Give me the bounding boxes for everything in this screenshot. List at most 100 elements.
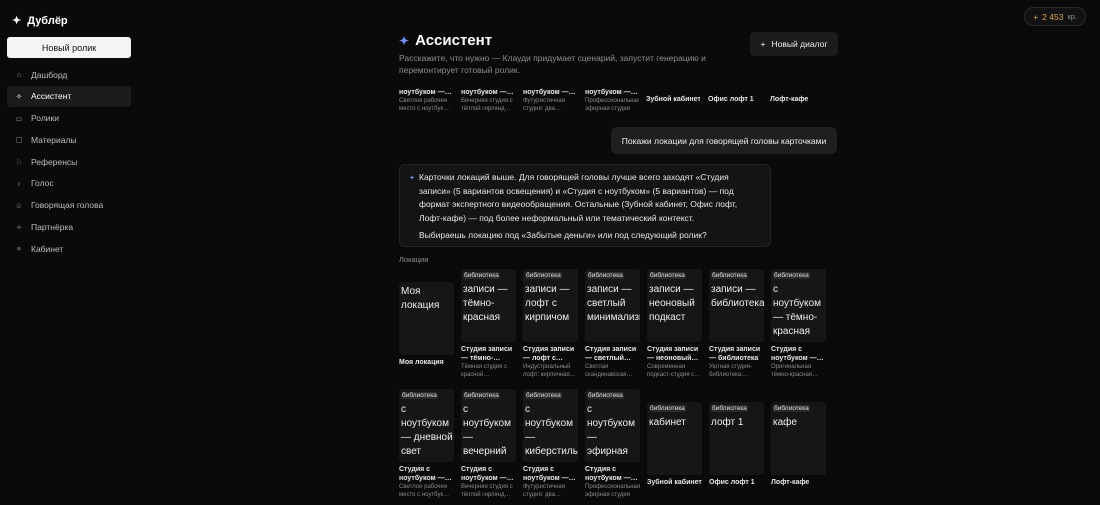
card-title: Зубной кабинет [646, 96, 700, 103]
card-title: Лофт-кафе [770, 96, 809, 103]
sidebar-item-label: Кабинет [31, 243, 64, 254]
location-name: Студия записи — неоновый… [647, 346, 699, 362]
location-card[interactable]: библиотека с ноутбуком — тёмно-красная Ст… [771, 269, 826, 379]
location-card[interactable]: библиотека записи — лофт с кирпичом Студи… [523, 269, 578, 379]
users-icon: ♘ [15, 157, 23, 167]
location-thumbnail: библиотека с ноутбуком — дневной свет [399, 389, 454, 462]
thumbnail-text: записи — лофт с кирпичом [525, 284, 570, 323]
location-card[interactable]: библиотека с ноутбуком — эфирная студия С… [585, 389, 640, 499]
card-desc: Вечерняя студия с тёплой гирлянд… [461, 98, 513, 112]
assistant-question: Выбираешь локацию под «Забытые деньги» и… [419, 230, 707, 240]
location-desc: Светлая скандинавская… [585, 364, 633, 378]
location-card[interactable]: библиотека записи — неоновый подкаст Студ… [647, 269, 702, 379]
card-title: ноутбуком —… [585, 89, 638, 96]
credits-badge[interactable]: + 2 453 кр. [1024, 7, 1086, 26]
folder-icon: ▢ [15, 135, 23, 145]
location-desc: Футуристичная студия: два… [523, 484, 566, 498]
location-thumbnail: библиотека записи — светлый минимализм [585, 269, 640, 342]
thumbnail-text: с ноутбуком — дневной свет [401, 404, 453, 457]
sidebar-item-cabinet[interactable]: ≡ Кабинет [7, 238, 131, 259]
sidebar-item-assistant[interactable]: ✧ Ассистент [7, 85, 131, 107]
library-badge: библиотека [525, 272, 562, 279]
library-badge: библиотека [649, 405, 686, 412]
sidebar-item-label: Материалы [31, 134, 77, 145]
location-card[interactable]: библиотека записи — библиотека Студия зап… [709, 269, 764, 379]
sidebar-item-label: Дашборд [31, 69, 68, 80]
page-subtitle: Расскажите, что нужно — Клауди придумает… [399, 53, 706, 75]
sidebar-item-label: Ассистент [31, 91, 72, 102]
home-icon: ⌂ [16, 70, 22, 79]
library-badge: библиотека [773, 405, 810, 412]
list-item[interactable]: ноутбуком —… Светлое рабочее место с ноут… [399, 88, 453, 113]
new-video-button[interactable]: Новый ролик [7, 37, 131, 58]
library-badge: библиотека [711, 272, 748, 279]
thumbnail-text: записи — тёмно-красная [463, 284, 508, 323]
new-dialog-label: Новый диалог [771, 39, 828, 49]
location-card[interactable]: библиотека лофт 1 Офис лофт 1 [709, 402, 764, 487]
location-name: Студия с ноутбуком —… [523, 466, 576, 482]
list-item[interactable]: ноутбуком —… Вечерняя студия с тёплой гир… [461, 88, 515, 113]
settings-icon: ≡ [16, 244, 22, 254]
location-name: Зубной кабинет [647, 479, 702, 486]
sidebar-item-references[interactable]: ♘ Референсы [7, 151, 131, 172]
location-card[interactable]: библиотека кабинет Зубной кабинет [647, 402, 702, 487]
sidebar-item-voice[interactable]: ♪ Голос [7, 173, 131, 194]
location-name: Студия записи — лофт с… [523, 346, 575, 362]
user-icon: ☺ [15, 200, 23, 210]
sidebar-item-materials[interactable]: ▢ Материалы [7, 129, 131, 150]
thumbnail-text: кафе [773, 417, 797, 428]
list-item[interactable]: Зубной кабинет [646, 95, 700, 104]
library-badge: библиотека [711, 405, 748, 412]
thumbnail-text: записи — неоновый подкаст [649, 284, 695, 323]
location-card[interactable]: библиотека записи — светлый минимализм Ст… [585, 269, 640, 379]
sidebar-item-label: Партнёрка [31, 222, 74, 233]
location-card[interactable]: библиотека с ноутбуком — дневной свет Сту… [399, 389, 454, 499]
location-name: Студия с ноутбуком —… [461, 466, 514, 482]
thumbnail-text: с ноутбуком — тёмно-красная [773, 284, 821, 337]
card-title: ноутбуком —… [461, 89, 514, 96]
sidebar-item-label: Голос [31, 178, 54, 189]
location-desc: Оригинальная тёмно-красная… [771, 364, 819, 378]
list-item[interactable]: ноутбуком —… Футуристичная студия: два… [523, 88, 577, 113]
sidebar-item-talking-head[interactable]: ☺ Говорящая голова [7, 195, 131, 216]
location-thumbnail: Моя локация [399, 282, 454, 355]
location-card[interactable]: библиотека с ноутбуком — киберстиль Студи… [523, 389, 578, 499]
thumbnail-text: с ноутбуком — киберстиль [525, 404, 578, 457]
location-card[interactable]: библиотека записи — тёмно-красная Студия … [461, 269, 516, 379]
app-logo[interactable]: ✦ Дублёр [12, 14, 68, 28]
location-desc: Современная подкаст-студия с… [647, 364, 701, 378]
list-item[interactable]: ноутбуком —… Профессиональная эфирная сту… [585, 88, 639, 113]
location-name: Лофт-кафе [771, 479, 810, 486]
thumbnail-text: записи — библиотека [711, 284, 764, 309]
page-title: ✦ Ассистент [399, 32, 492, 49]
card-desc: Светлое рабочее место с ноутбук… [399, 98, 450, 112]
thumbnail-text: записи — светлый минимализм [587, 284, 640, 323]
card-desc: Профессиональная эфирная студия с… [585, 98, 639, 112]
library-badge: библиотека [587, 272, 624, 279]
location-thumbnail: библиотека записи — лофт с кирпичом [523, 269, 578, 342]
location-name: Студия записи — тёмно-… [461, 346, 513, 362]
page-title-text: Ассистент [415, 32, 493, 49]
list-item[interactable]: Лофт-кафе [770, 95, 824, 104]
sidebar-item-partners[interactable]: ✧ Партнёрка [7, 217, 131, 238]
sidebar-item-videos[interactable]: ▭ Ролики [7, 108, 131, 129]
credits-unit: кр. [1067, 12, 1077, 21]
app-name: Дублёр [27, 14, 68, 27]
partners-icon: ✧ [15, 222, 23, 232]
location-thumbnail: библиотека записи — тёмно-красная [461, 269, 516, 342]
thumbnail-text: Моя локация [401, 286, 440, 311]
card-title: Офис лофт 1 [708, 96, 754, 103]
location-desc: Индустриальный лофт: кирпичная… [523, 364, 576, 378]
location-thumbnail: библиотека с ноутбуком — тёмно-красная [771, 269, 826, 342]
location-name: Моя локация [399, 359, 444, 366]
location-card[interactable]: библиотека кафе Лофт-кафе [771, 402, 826, 487]
location-thumbnail: библиотека записи — библиотека [709, 269, 764, 342]
list-item[interactable]: Офис лофт 1 [708, 95, 762, 104]
sidebar-item-label: Ролики [31, 113, 60, 124]
new-dialog-button[interactable]: + Новый диалог [750, 32, 838, 56]
location-card[interactable]: библиотека с ноутбуком — вечерний уют Сту… [461, 389, 516, 499]
sidebar-item-dashboard[interactable]: ⌂ Дашборд [7, 64, 131, 85]
location-thumbnail: библиотека с ноутбуком — киберстиль [523, 389, 578, 462]
thumbnail-text: с ноутбуком — эфирная студия [587, 404, 635, 462]
location-card[interactable]: Моя локация Моя локация [399, 282, 454, 367]
